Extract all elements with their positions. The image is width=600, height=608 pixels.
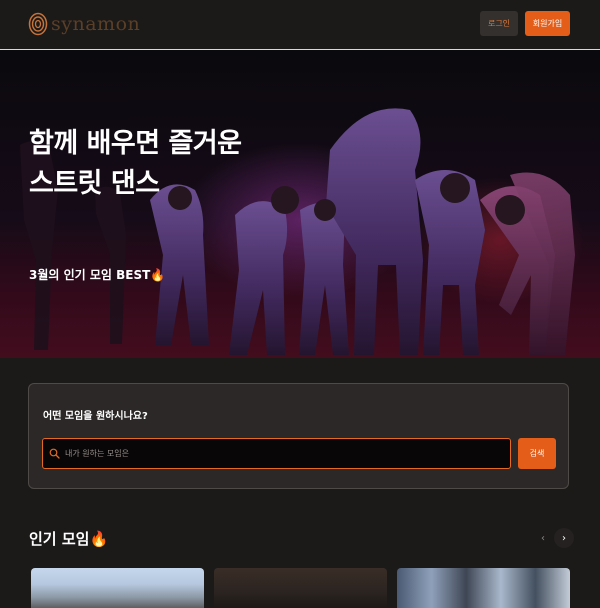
logo[interactable]: synamon <box>28 10 140 38</box>
meetup-card[interactable] <box>214 568 387 608</box>
login-button[interactable]: 로그인 <box>480 11 518 36</box>
hero-subtitle: 3월의 인기 모임 BEST🔥 <box>29 266 165 283</box>
popular-section-title: 인기 모임🔥 <box>29 528 108 549</box>
dancers-image <box>0 50 600 358</box>
logo-text: synamon <box>51 13 141 35</box>
hero-banner: 함께 배우면 즐거운 스트릿 댄스 3월의 인기 모임 BEST🔥 <box>0 50 600 358</box>
search-card: 어떤 모임을 원하시나요? 검색 <box>28 383 569 489</box>
hero-title-line1: 함께 배우면 즐거운 <box>29 128 242 159</box>
search-button[interactable]: 검색 <box>518 438 556 469</box>
chevron-left-icon[interactable]: ‹ <box>533 528 553 548</box>
meetup-card[interactable] <box>31 568 204 608</box>
search-input[interactable] <box>63 439 505 468</box>
hero-title: 함께 배우면 즐거운 스트릿 댄스 <box>29 124 242 204</box>
meetup-card[interactable] <box>397 568 570 608</box>
hero-title-line2: 스트릿 댄스 <box>29 168 160 199</box>
hero-subtitle-text: 3월의 인기 모임 BEST <box>29 268 151 282</box>
search-question: 어떤 모임을 원하시나요? <box>43 411 148 422</box>
flame-icon: 🔥 <box>150 268 166 282</box>
popular-title-text: 인기 모임 <box>29 530 90 548</box>
header: synamon 로그인 회원가입 <box>0 0 600 50</box>
chevron-right-icon[interactable]: › <box>554 528 574 548</box>
signup-button[interactable]: 회원가입 <box>525 11 570 36</box>
search-icon <box>49 448 60 459</box>
search-field[interactable] <box>42 438 511 469</box>
flame-icon: 🔥 <box>89 530 109 548</box>
spiral-logo-icon <box>28 12 48 36</box>
